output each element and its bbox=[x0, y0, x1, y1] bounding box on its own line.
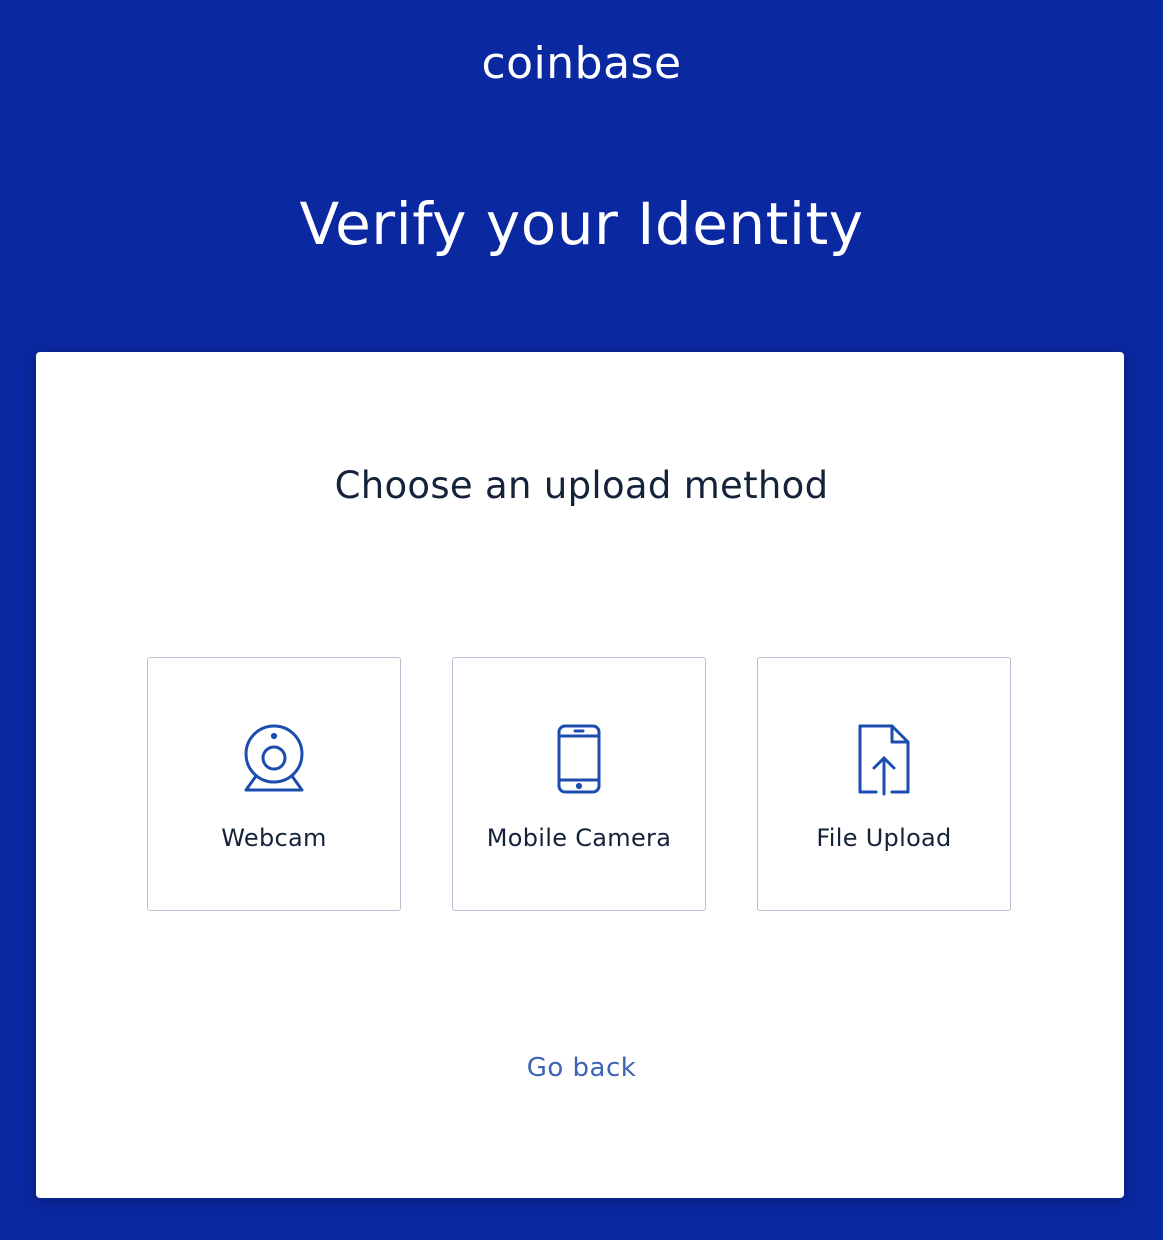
page: coinbase Verify your Identity Choose an … bbox=[0, 0, 1163, 1240]
webcam-icon bbox=[148, 722, 400, 796]
file-upload-icon bbox=[758, 722, 1010, 796]
mobile-phone-icon bbox=[453, 722, 705, 796]
coinbase-logo[interactable]: coinbase bbox=[0, 38, 1163, 89]
file-upload-option-button[interactable]: File Upload bbox=[757, 657, 1011, 911]
webcam-option-button[interactable]: Webcam bbox=[147, 657, 401, 911]
file-upload-option-label: File Upload bbox=[816, 824, 952, 852]
card-heading: Choose an upload method bbox=[334, 464, 829, 507]
mobile-camera-option-button[interactable]: Mobile Camera bbox=[452, 657, 706, 911]
page-title: Verify your Identity bbox=[299, 190, 864, 258]
mobile-camera-option-label: Mobile Camera bbox=[486, 824, 672, 852]
webcam-option-label: Webcam bbox=[221, 824, 327, 852]
go-back-link[interactable]: Go back bbox=[0, 1053, 1163, 1083]
